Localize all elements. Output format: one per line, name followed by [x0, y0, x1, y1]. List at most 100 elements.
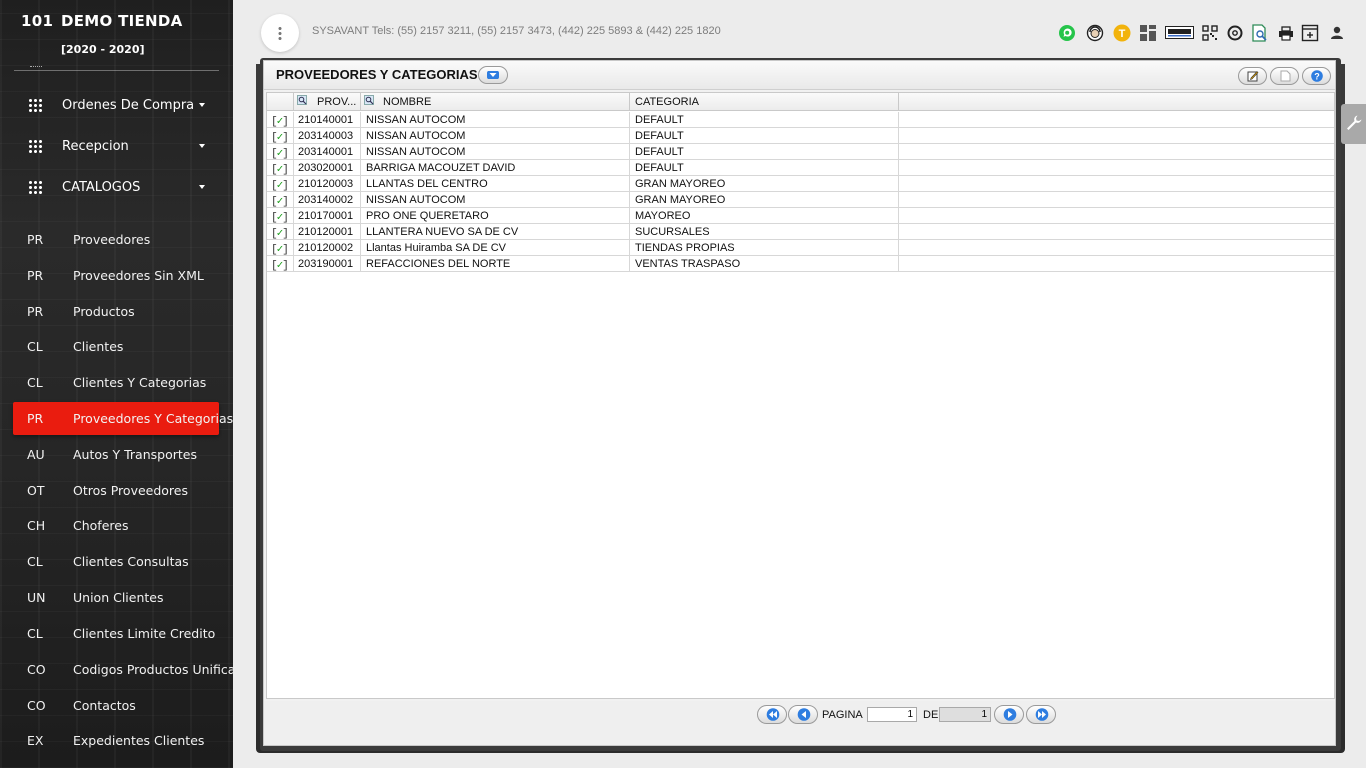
search-document-icon[interactable]	[1251, 24, 1269, 42]
sidebar-item-label: Proveedores Sin XML	[73, 268, 204, 283]
sidebar-group-recepcion[interactable]: Recepcion	[0, 128, 233, 164]
sidebar-item-expedientes-clientes[interactable]: EX Expedientes Clientes	[13, 724, 219, 757]
sidebar-item-label: Proveedores	[73, 232, 151, 247]
table-row[interactable]: [✓] 210170001 PRO ONE QUERETARO MAYOREO	[267, 208, 1334, 224]
sidebar-item-autos-y-transportes[interactable]: AU Autos Y Transportes	[13, 438, 219, 471]
sidebar-item-proveedores[interactable]: PR Proveedores	[13, 223, 219, 256]
contact-info: SYSAVANT Tels: (55) 2157 3211, (55) 2157…	[312, 25, 721, 37]
row-check-cell[interactable]: [✓]	[267, 208, 294, 224]
dashboard-icon[interactable]	[1139, 24, 1157, 42]
row-check-cell[interactable]: [✓]	[267, 176, 294, 192]
checkbox-checked-icon[interactable]: [✓]	[271, 130, 289, 144]
first-page-button[interactable]	[757, 705, 787, 724]
grid-header: PROV... NOMBRE CATEGORIA	[267, 93, 1334, 111]
sidebar-item-clientes-y-categorias[interactable]: CL Clientes Y Categorias	[13, 366, 219, 399]
of-label: DE	[923, 709, 939, 721]
row-check-cell[interactable]: [✓]	[267, 224, 294, 240]
title-dropdown-button[interactable]	[478, 66, 508, 84]
cell-categoria: DEFAULT	[630, 128, 899, 144]
table-row[interactable]: [✓] 203140002 NISSAN AUTOCOM GRAN MAYOREO	[267, 192, 1334, 208]
sidebar-item-label: Expedientes Clientes	[73, 733, 205, 748]
previous-page-button[interactable]	[788, 705, 818, 724]
table-row[interactable]: [✓] 210120002 Llantas Huiramba SA DE CV TIE…	[267, 240, 1334, 256]
row-check-cell[interactable]: [✓]	[267, 160, 294, 176]
whatsapp-icon[interactable]	[1058, 24, 1076, 42]
checkbox-checked-icon[interactable]: [✓]	[271, 226, 289, 240]
sidebar-item-clientes[interactable]: CL Clientes	[13, 330, 219, 363]
tire-icon[interactable]	[1226, 24, 1244, 42]
add-window-icon[interactable]	[1301, 24, 1319, 42]
user-icon[interactable]	[1328, 24, 1346, 42]
row-check-cell[interactable]: [✓]	[267, 112, 294, 128]
column-header-prov[interactable]: PROV...	[294, 93, 361, 111]
row-check-cell[interactable]: [✓]	[267, 256, 294, 272]
table-row[interactable]: [✓] 210120003 LLANTAS DEL CENTRO GRAN MAYOR…	[267, 176, 1334, 192]
column-label: PROV...	[317, 96, 357, 108]
help-icon: ?	[1311, 70, 1323, 82]
sidebar-item-label: Proveedores Y Categorias	[73, 411, 233, 426]
sidebar-group-ordenes[interactable]: Ordenes De Compra	[0, 87, 233, 123]
sidebar-item-abbr: CO	[27, 698, 46, 713]
table-row[interactable]: [✓] 203020001 BARRIGA MACOUZET DAVID DEFAUL…	[267, 160, 1334, 176]
edit-button[interactable]	[1238, 67, 1267, 85]
sidebar-item-proveedores-sin-xml[interactable]: PR Proveedores Sin XML	[13, 259, 219, 292]
xml-icon[interactable]	[1165, 26, 1194, 39]
last-page-button[interactable]	[1026, 705, 1056, 724]
search-filter-icon[interactable]	[364, 95, 375, 106]
row-check-cell[interactable]: [✓]	[267, 128, 294, 144]
row-check-cell[interactable]: [✓]	[267, 144, 294, 160]
checkbox-checked-icon[interactable]: [✓]	[271, 114, 289, 128]
document-icon	[1280, 70, 1291, 82]
sidebar-item-proveedores-y-categorias[interactable]: PR Proveedores Y Categorias	[13, 402, 233, 435]
checkbox-checked-icon[interactable]: [✓]	[271, 178, 289, 192]
sidebar-item-union-clientes[interactable]: UN Union Clientes	[13, 581, 219, 614]
page-input[interactable]: 1	[867, 707, 917, 722]
checkbox-checked-icon[interactable]: [✓]	[271, 162, 289, 176]
column-header-categoria[interactable]: CATEGORIA	[630, 93, 899, 111]
table-row[interactable]: [✓] 203140001 NISSAN AUTOCOM DEFAULT	[267, 144, 1334, 160]
row-check-cell[interactable]: [✓]	[267, 192, 294, 208]
checkbox-checked-icon[interactable]: [✓]	[271, 146, 289, 160]
sidebar-item-abbr: CL	[27, 626, 43, 641]
column-header-nombre[interactable]: NOMBRE	[361, 93, 630, 111]
checkbox-checked-icon[interactable]: [✓]	[271, 242, 289, 256]
table-row[interactable]: [✓] 203190001 REFACCIONES DEL NORTE VENTAS …	[267, 256, 1334, 272]
table-row[interactable]: [✓] 210120001 LLANTERA NUEVO SA DE CV SUCUR…	[267, 224, 1334, 240]
panel-body: PROVEEDORES Y CATEGORIAS ? PROV... NOMBR…	[263, 60, 1336, 746]
table-row[interactable]: [✓] 210140001 NISSAN AUTOCOM DEFAULT	[267, 112, 1334, 128]
sidebar-item-contactos[interactable]: CO Contactos	[13, 689, 219, 722]
search-filter-icon[interactable]	[297, 95, 308, 106]
cell-prov: 203140001	[294, 144, 361, 160]
cell-nombre: PRO ONE QUERETARO	[361, 208, 630, 224]
cell-nombre: REFACCIONES DEL NORTE	[361, 256, 630, 272]
cell-categoria: DEFAULT	[630, 144, 899, 160]
sidebar-item-clientes-consultas[interactable]: CL Clientes Consultas	[13, 545, 219, 578]
next-page-icon	[1003, 708, 1017, 721]
sidebar-item-abbr: CH	[27, 518, 46, 533]
checkbox-checked-icon[interactable]: [✓]	[271, 210, 289, 224]
sidebar-group-catalogos[interactable]: CATALOGOS	[0, 169, 233, 205]
sidebar-item-productos[interactable]: PR Productos	[13, 295, 219, 328]
checkbox-checked-icon[interactable]: [✓]	[271, 258, 289, 272]
svg-text:T: T	[1119, 28, 1126, 40]
more-menu-button[interactable]	[261, 14, 299, 52]
support-agent-icon[interactable]	[1086, 24, 1104, 42]
sidebar-item-codigos-productos-unificados[interactable]: CO Codigos Productos Unificados	[13, 653, 233, 686]
print-icon[interactable]	[1277, 24, 1295, 42]
cell-categoria: GRAN MAYOREO	[630, 176, 899, 192]
sidebar-item-choferes[interactable]: CH Choferes	[13, 509, 219, 542]
table-row[interactable]: [✓] 203140003 NISSAN AUTOCOM DEFAULT	[267, 128, 1334, 144]
sidebar-item-otros-proveedores[interactable]: OT Otros Proveedores	[13, 474, 219, 507]
help-button[interactable]: ?	[1302, 67, 1331, 85]
copy-button[interactable]	[1270, 67, 1299, 85]
qr-code-icon[interactable]	[1201, 24, 1219, 42]
settings-tab[interactable]	[1341, 104, 1366, 144]
cell-categoria: MAYOREO	[630, 208, 899, 224]
checkbox-checked-icon[interactable]: [✓]	[271, 194, 289, 208]
row-check-cell[interactable]: [✓]	[267, 240, 294, 256]
sidebar-item-abbr: PR	[27, 304, 44, 319]
next-page-button[interactable]	[994, 705, 1024, 724]
sidebar-item-clientes-limite-credito[interactable]: CL Clientes Limite Credito	[13, 617, 219, 650]
user-t-icon[interactable]: T	[1113, 24, 1131, 42]
column-label: CATEGORIA	[635, 96, 699, 108]
